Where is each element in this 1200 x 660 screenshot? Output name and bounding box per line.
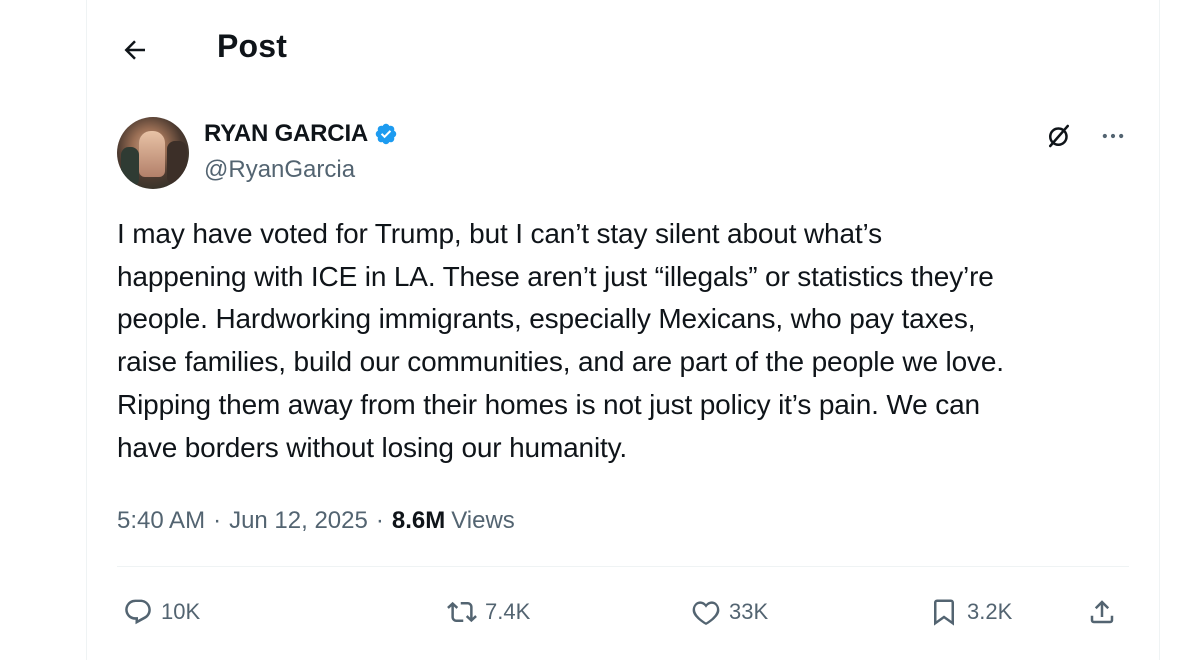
post-meta: 5:40 AM · Jun 12, 2025 · 8.6M Views bbox=[117, 503, 515, 539]
post-column: Post RYAN GARCIA @RyanGarcia I may have … bbox=[86, 0, 1160, 660]
back-button[interactable] bbox=[113, 30, 157, 70]
views-label: Views bbox=[451, 507, 515, 534]
divider bbox=[117, 566, 1129, 567]
avatar[interactable] bbox=[117, 117, 189, 189]
post-text: I may have voted for Trump, but I can’t … bbox=[117, 218, 1004, 463]
verified-badge-icon[interactable] bbox=[374, 122, 398, 146]
header: Post bbox=[87, 0, 1159, 96]
more-icon bbox=[1099, 122, 1127, 150]
repost-count: 7.4K bbox=[485, 599, 531, 624]
repost-button[interactable]: 7.4K bbox=[447, 588, 530, 636]
grok-button[interactable] bbox=[1043, 118, 1075, 154]
name-row: RYAN GARCIA bbox=[204, 118, 398, 150]
like-icon bbox=[691, 597, 721, 627]
share-button[interactable] bbox=[1087, 588, 1117, 636]
repost-icon bbox=[447, 597, 477, 627]
bookmark-button[interactable]: 3.2K bbox=[929, 588, 1012, 636]
share-icon bbox=[1087, 597, 1117, 627]
reply-icon bbox=[123, 597, 153, 627]
back-arrow-icon bbox=[120, 35, 150, 65]
page-title: Post bbox=[217, 28, 288, 64]
like-button[interactable]: 33K bbox=[691, 588, 768, 636]
author-block: RYAN GARCIA @RyanGarcia bbox=[204, 118, 398, 184]
like-count: 33K bbox=[729, 599, 769, 624]
bookmark-count: 3.2K bbox=[967, 599, 1013, 624]
bookmark-icon bbox=[929, 597, 959, 627]
more-button[interactable] bbox=[1097, 118, 1129, 154]
action-bar: 10K 7.4K 33K 3.2K bbox=[117, 588, 1129, 636]
post-time[interactable]: 5:40 AM bbox=[117, 507, 205, 535]
meta-separator: · bbox=[375, 507, 384, 534]
meta-separator: · bbox=[213, 507, 222, 534]
post-date[interactable]: Jun 12, 2025 bbox=[229, 507, 368, 535]
author-handle[interactable]: @RyanGarcia bbox=[204, 156, 398, 184]
views-count[interactable]: 8.6M bbox=[392, 507, 445, 535]
post-top-actions bbox=[1043, 118, 1129, 154]
grok-icon bbox=[1044, 121, 1074, 151]
reply-count: 10K bbox=[161, 599, 201, 624]
author-display-name[interactable]: RYAN GARCIA bbox=[204, 120, 368, 148]
reply-button[interactable]: 10K bbox=[123, 588, 200, 636]
